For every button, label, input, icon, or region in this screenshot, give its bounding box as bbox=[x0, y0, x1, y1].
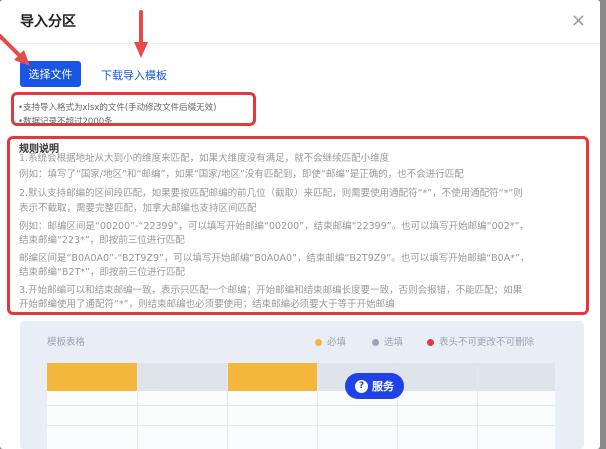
rule-line: 邮编区间是“B0A0A0”-“B2T9Z9”，可以填写开始邮编“B0A0A0”，… bbox=[19, 253, 530, 264]
table-header-cell bbox=[137, 363, 227, 391]
rule-line: 1.系统会根据地址从大到小的维度来匹配，如果大维度没有满足，就不会继续匹配小维度 bbox=[19, 153, 390, 164]
tip-file-format: •支持导入格式为xlsx的文件(手动修改文件后缀无效) bbox=[18, 103, 217, 113]
fixed-header-dot-icon bbox=[427, 339, 434, 346]
rule-line: 表示不截取，需要完整匹配，加拿大邮编也支持区间匹配 bbox=[19, 203, 257, 214]
dialog-header: 导入分区 × bbox=[0, 0, 600, 44]
select-file-button[interactable]: 选择文件 bbox=[20, 61, 81, 87]
import-dialog: 导入分区 × 选择文件 下载导入模板 •支持导入格式为xlsx的文件(手动修改文… bbox=[0, 0, 600, 449]
template-panel: 模板表格 必填 选填 表头不可更改不可删除 bbox=[20, 321, 584, 449]
template-table bbox=[47, 363, 555, 449]
annotation-arrow-head bbox=[134, 42, 148, 58]
service-button[interactable]: ? 服务 bbox=[345, 373, 404, 399]
help-icon: ? bbox=[355, 379, 368, 393]
rule-line: 2.默认支持邮编的区间段匹配，如果要按匹配邮编的前几位（截取）来匹配，则需要使用… bbox=[19, 188, 523, 199]
required-dot-icon bbox=[315, 339, 322, 346]
modal-backdrop bbox=[600, 0, 606, 449]
table-row-divider bbox=[47, 425, 555, 426]
table-col-divider bbox=[227, 363, 228, 449]
rule-line: 结束邮编“B2T*”，即按前三位进行匹配 bbox=[19, 267, 185, 278]
service-label: 服务 bbox=[372, 380, 394, 393]
rule-line: 结束邮编“223*”，即按前三位进行匹配 bbox=[19, 235, 185, 246]
rule-line: 3.开始邮编可以和结束邮编一致，表示只匹配一个邮编；开始邮编和结束邮编长度要一致… bbox=[19, 285, 523, 296]
legend-required: 必填 bbox=[315, 334, 346, 348]
table-header-cell bbox=[477, 363, 555, 391]
table-header-cell bbox=[397, 363, 477, 391]
table-header-cell bbox=[227, 363, 317, 391]
rule-line: 例如：邮编区间是“00200”-“22399”，可以填写开始邮编“00200”，… bbox=[19, 221, 529, 232]
table-header-cell bbox=[47, 363, 137, 391]
tip-record-limit: •数据记录不超过2000条 bbox=[18, 117, 113, 127]
dialog-title: 导入分区 bbox=[20, 14, 76, 30]
table-col-divider bbox=[317, 363, 318, 449]
table-col-divider bbox=[137, 363, 138, 449]
rule-line: 开始邮编使用了通配符“*”，则结束邮编也必须要使用；结束邮编必须要大于等于开始邮… bbox=[19, 299, 395, 310]
download-template-link[interactable]: 下载导入模板 bbox=[101, 67, 167, 83]
rule-line: 例如：填写了“国家/地区”和“邮编”，如果“国家/地区”没有匹配到，即使“邮编”… bbox=[19, 169, 464, 180]
table-col-divider bbox=[477, 363, 478, 449]
optional-dot-icon bbox=[372, 339, 379, 346]
template-label: 模板表格 bbox=[47, 337, 86, 348]
legend-fixed-header: 表头不可更改不可删除 bbox=[427, 334, 534, 348]
legend-optional: 选填 bbox=[372, 334, 403, 348]
table-row-divider bbox=[47, 405, 555, 406]
close-icon[interactable]: × bbox=[571, 12, 586, 30]
